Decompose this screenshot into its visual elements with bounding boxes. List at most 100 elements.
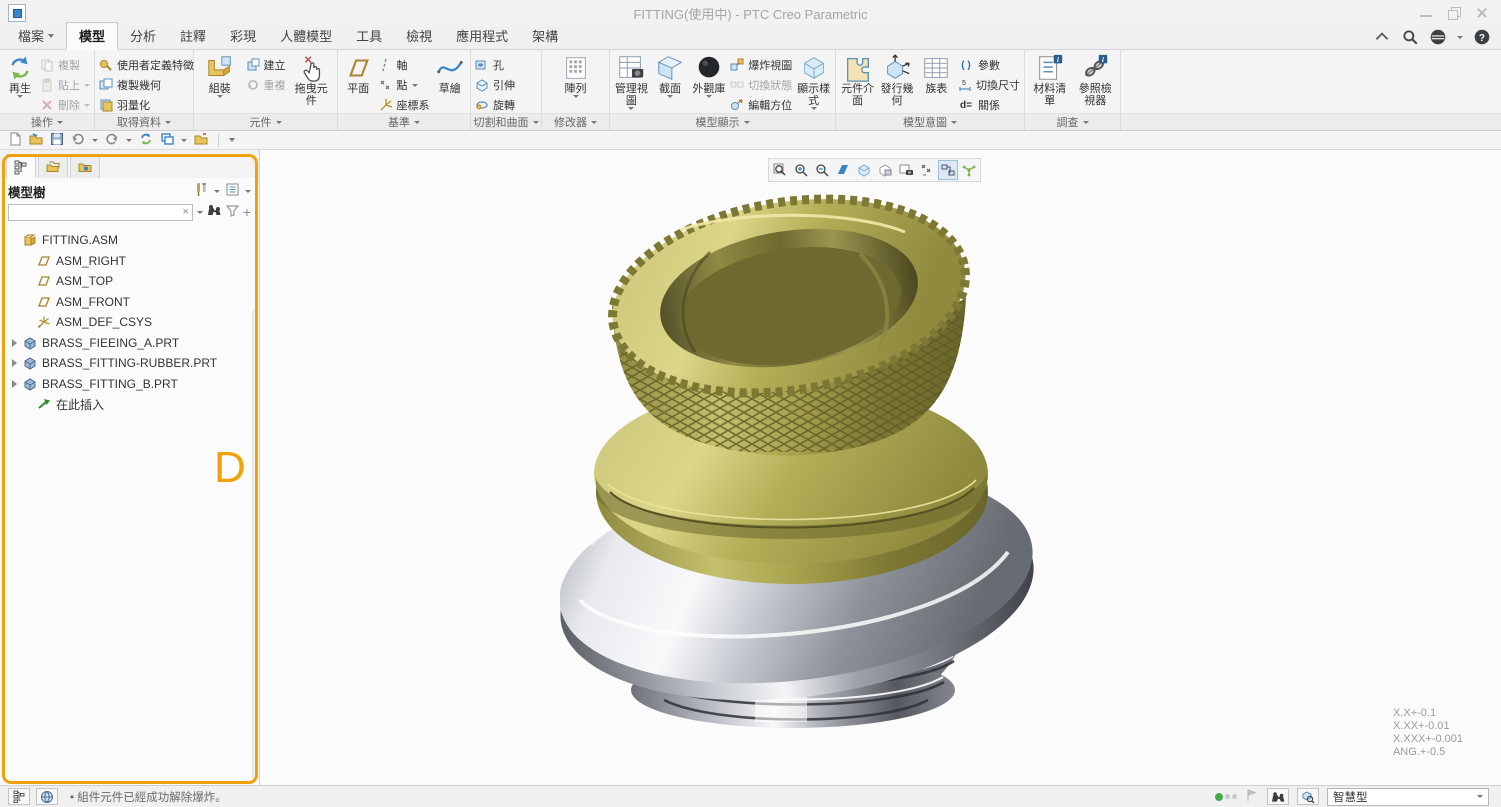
find-in-model-button[interactable] (1267, 788, 1289, 805)
customize-quickbar-caret[interactable] (229, 138, 235, 142)
toggle-browser-button[interactable] (36, 788, 58, 805)
repeat-button[interactable]: 重複 (246, 77, 286, 93)
tree-tools-icon[interactable] (194, 182, 209, 200)
tree-scrollbar[interactable] (252, 310, 257, 779)
group-label-operations[interactable]: 操作 (0, 113, 94, 130)
refit-icon[interactable] (833, 160, 853, 180)
reference-viewer-button[interactable]: i 參照檢視器 (1075, 53, 1117, 107)
tree-item-asm-def-csys[interactable]: x ASM_DEF_CSYS (10, 312, 259, 333)
undo-icon[interactable] (71, 132, 85, 149)
window-switch-icon[interactable] (160, 132, 174, 149)
filter-icon[interactable] (226, 204, 239, 220)
tab-annotate[interactable]: 註釋 (168, 23, 218, 49)
group-label-cut-surface[interactable]: 切割和曲面 (471, 113, 541, 130)
tree-tools-caret[interactable] (214, 190, 220, 193)
clear-search-icon[interactable]: × (179, 206, 191, 218)
toggle-model-tree-button[interactable] (8, 788, 30, 805)
tree-item-brass-fieeing-a[interactable]: BRASS_FIEEING_A.PRT (10, 333, 259, 354)
tree-settings-icon[interactable] (225, 182, 240, 200)
group-label-get-data[interactable]: 取得資料 (95, 113, 193, 130)
section-button[interactable]: 截面 (653, 53, 688, 98)
undo-caret[interactable] (92, 139, 98, 142)
tab-tools[interactable]: 工具 (344, 23, 394, 49)
search-options-caret[interactable] (197, 211, 203, 214)
sync-globe-icon[interactable] (1429, 28, 1447, 46)
group-label-investigate[interactable]: 調查 (1025, 113, 1120, 130)
tab-analysis[interactable]: 分析 (118, 23, 168, 49)
redo-caret[interactable] (126, 139, 132, 142)
hole-button[interactable]: 孔 (475, 57, 515, 73)
display-style-button[interactable]: 顯示樣式 (796, 53, 831, 110)
explode-view-button[interactable]: 爆炸視圖 (730, 57, 792, 73)
tab-applications[interactable]: 應用程式 (444, 23, 520, 49)
graphics-area[interactable]: X.X+-0.1 X.XX+-0.01 X.XXX+-0.001 ANG.+-0… (260, 150, 1501, 785)
family-table-button[interactable]: 族表 (919, 53, 954, 95)
annotation-display-icon[interactable] (938, 160, 958, 180)
create-button[interactable]: 建立 (246, 57, 286, 73)
window-switch-caret[interactable] (181, 139, 187, 142)
3d-model-brass-fitting[interactable] (560, 192, 1040, 752)
add-filter-icon[interactable]: + (243, 204, 251, 220)
revolve-button[interactable]: 旋轉 (475, 97, 515, 113)
parameters-button[interactable]: ( )參數 (958, 57, 1020, 73)
display-style-toolbar-icon[interactable] (854, 160, 874, 180)
expand-arrow[interactable] (10, 359, 18, 367)
tree-search-input[interactable] (9, 205, 179, 219)
datum-display-icon[interactable] (917, 160, 937, 180)
tree-item-brass-fitting-b[interactable]: BRASS_FITTING_B.PRT (10, 374, 259, 395)
tree-item-asm-right[interactable]: ASM_RIGHT (10, 251, 259, 272)
selection-filter-dropdown[interactable]: 智慧型 (1327, 788, 1489, 806)
favorites-tab[interactable] (70, 154, 100, 178)
component-interface-button[interactable]: 元件介面 (840, 53, 875, 107)
tree-settings-caret[interactable] (245, 190, 251, 193)
tree-item-insert-here[interactable]: 在此插入 (10, 394, 259, 415)
model-tree-tab[interactable] (6, 154, 36, 178)
help-icon[interactable]: ? (1473, 28, 1491, 46)
redo-icon[interactable] (105, 132, 119, 149)
sync-dropdown-caret[interactable] (1457, 36, 1463, 39)
datum-plane-button[interactable]: 平面 (342, 53, 375, 95)
regenerate-button[interactable]: 再生 (4, 53, 36, 98)
collapse-ribbon-icon[interactable] (1373, 28, 1391, 46)
save-icon[interactable] (50, 132, 64, 149)
expand-arrow[interactable] (10, 339, 18, 347)
new-file-icon[interactable] (8, 132, 22, 149)
tree-item-asm-top[interactable]: ASM_TOP (10, 271, 259, 292)
tree-item-asm-front[interactable]: ASM_FRONT (10, 292, 259, 313)
search-icon[interactable] (1401, 28, 1419, 46)
view-manager-icon[interactable] (896, 160, 916, 180)
tab-view[interactable]: 檢視 (394, 23, 444, 49)
udf-button[interactable]: 使用者定義特徵 (99, 57, 194, 73)
axis-button[interactable]: 軸 (379, 57, 430, 73)
copy-button[interactable]: 複製 (40, 57, 90, 73)
delete-button[interactable]: 刪除 (40, 97, 90, 113)
minimize-button[interactable] (1419, 7, 1433, 19)
relations-button[interactable]: d=關係 (958, 97, 1020, 113)
group-label-datum[interactable]: 基準 (338, 113, 470, 130)
close-window-icon[interactable] (194, 132, 208, 149)
open-icon[interactable] (29, 132, 43, 149)
pattern-button[interactable]: 陣列 (552, 53, 599, 98)
switch-state-button[interactable]: 切換狀態 (730, 77, 792, 93)
publish-geometry-button[interactable]: 發行幾何 (879, 53, 914, 107)
group-label-modifiers[interactable]: 修改器 (542, 113, 609, 130)
tab-render[interactable]: 彩現 (218, 23, 268, 49)
tree-item-brass-fitting-rubber[interactable]: BRASS_FITTING-RUBBER.PRT (10, 353, 259, 374)
sketch-button[interactable]: 草繪 (434, 53, 467, 95)
csys-button[interactable]: 座標系 (379, 97, 430, 113)
zoom-out-icon[interactable] (812, 160, 832, 180)
saved-orientations-icon[interactable] (875, 160, 895, 180)
spin-center-icon[interactable] (959, 160, 979, 180)
drag-components-button[interactable]: 拖曳元件 (290, 53, 334, 107)
manage-views-button[interactable]: 管理視圖 (614, 53, 649, 110)
edit-position-button[interactable]: 編輯方位 (730, 97, 792, 113)
appearance-gallery-button[interactable]: 外觀庫 (692, 53, 727, 98)
shrinkwrap-button[interactable]: 羽量化 (99, 97, 194, 113)
extrude-button[interactable]: 引伸 (475, 77, 515, 93)
group-label-model-display[interactable]: 模型顯示 (610, 113, 835, 130)
folder-browser-tab[interactable] (38, 154, 68, 178)
zoom-region-icon[interactable] (770, 160, 790, 180)
search-model-button[interactable] (1297, 788, 1319, 805)
restore-button[interactable] (1447, 7, 1461, 19)
tab-file[interactable]: 檔案 (6, 23, 66, 49)
